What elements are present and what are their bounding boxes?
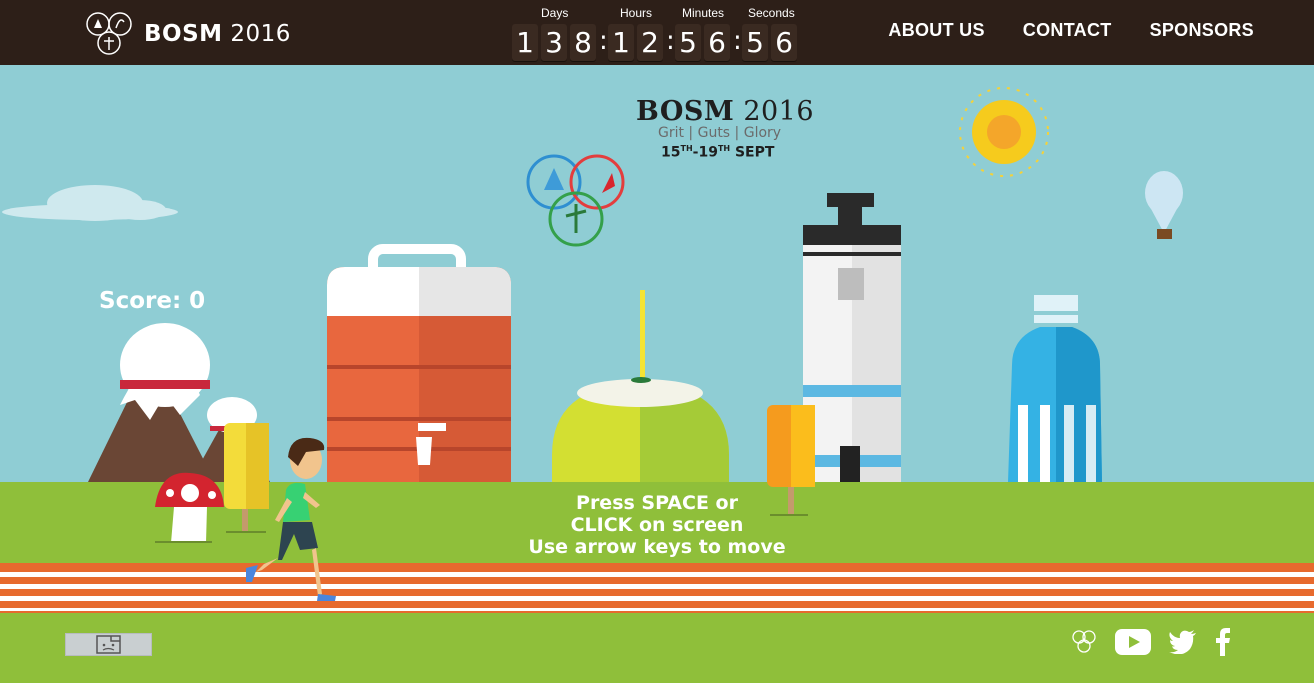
countdown-label-minutes: Minutes bbox=[682, 6, 725, 20]
header-brand-bold: BOSM bbox=[144, 21, 223, 47]
event-date-end-suffix: TH bbox=[717, 144, 731, 153]
countdown-digit-days-1: 1 bbox=[512, 24, 538, 62]
countdown-label-hours: Hours bbox=[620, 6, 653, 20]
event-date-month: SEPT bbox=[734, 144, 775, 161]
header-brand: BOSM 2016 bbox=[144, 21, 291, 47]
countdown-digit-days-3: 8 bbox=[570, 24, 596, 62]
countdown-digit-hours-2: 2 bbox=[637, 24, 663, 62]
event-title: BOSM 2016 bbox=[636, 96, 814, 127]
event-date-start-suffix: TH bbox=[680, 144, 693, 153]
broken-image-icon bbox=[96, 635, 121, 654]
header-logo[interactable]: BOSM 2016 bbox=[84, 10, 291, 58]
nav-link-contact[interactable]: CONTACT bbox=[1023, 20, 1112, 41]
mushroom-obstacle-icon bbox=[155, 472, 224, 543]
nav-link-sponsors[interactable]: SPONSORS bbox=[1150, 20, 1254, 41]
yellow-popsicle-obstacle-icon bbox=[224, 423, 269, 533]
countdown-digit-seconds-1: 5 bbox=[742, 24, 768, 62]
top-navigation-bar: BOSM 2016 Days Hours Minutes Seconds 1 3… bbox=[0, 0, 1314, 65]
bosm-olympic-rings-logo bbox=[526, 154, 625, 247]
twitter-icon[interactable] bbox=[1169, 630, 1197, 654]
instruction-line: Use arrow keys to move bbox=[528, 536, 786, 558]
hot-air-balloon-icon bbox=[1145, 171, 1183, 239]
countdown-label-seconds: Seconds bbox=[748, 6, 795, 20]
youtube-icon[interactable] bbox=[1115, 629, 1151, 655]
cloud-icon bbox=[2, 185, 178, 221]
event-logo-text: BOSM 2016 Grit | Guts | Glory 15TH-19TH … bbox=[636, 96, 814, 161]
countdown-digit-seconds-2: 6 bbox=[771, 24, 797, 62]
score-display: Score: 0 bbox=[99, 288, 206, 314]
countdown-digit-days-2: 3 bbox=[541, 24, 567, 62]
countdown-separator: : bbox=[733, 26, 742, 56]
countdown-digit-minutes-2: 6 bbox=[704, 24, 730, 62]
main-nav: ABOUT US CONTACT SPONSORS bbox=[850, 20, 1254, 41]
header-brand-year: 2016 bbox=[230, 21, 291, 47]
instruction-line: Press SPACE or bbox=[576, 492, 738, 514]
event-title-bold: BOSM bbox=[636, 96, 735, 127]
countdown-separator: : bbox=[599, 26, 608, 56]
event-date-start: 15 bbox=[661, 144, 681, 161]
sun-icon bbox=[959, 87, 1049, 177]
event-tagline: Grit | Guts | Glory bbox=[658, 125, 782, 141]
event-title-year: 2016 bbox=[743, 96, 815, 127]
facebook-icon[interactable] bbox=[1215, 628, 1231, 656]
event-dates: 15TH-19TH SEPT bbox=[661, 144, 814, 161]
bosm-logo-icon[interactable] bbox=[1071, 629, 1097, 655]
countdown-label-days: Days bbox=[541, 6, 569, 20]
countdown-digit-minutes-1: 5 bbox=[675, 24, 701, 62]
event-date-end: 19 bbox=[698, 144, 718, 161]
countdown-digit-hours-1: 1 bbox=[608, 24, 634, 62]
bosm-rings-icon bbox=[86, 12, 132, 55]
nav-link-about-us[interactable]: ABOUT US bbox=[888, 20, 984, 41]
countdown-timer: Days Hours Minutes Seconds 1 3 8 : 1 2 :… bbox=[510, 6, 800, 62]
broken-image-placeholder bbox=[65, 633, 152, 656]
game-instructions: Press SPACE or CLICK on screen Use arrow… bbox=[520, 492, 794, 558]
social-links bbox=[1053, 628, 1231, 656]
instruction-line: CLICK on screen bbox=[570, 514, 744, 536]
countdown-separator: : bbox=[666, 26, 675, 56]
